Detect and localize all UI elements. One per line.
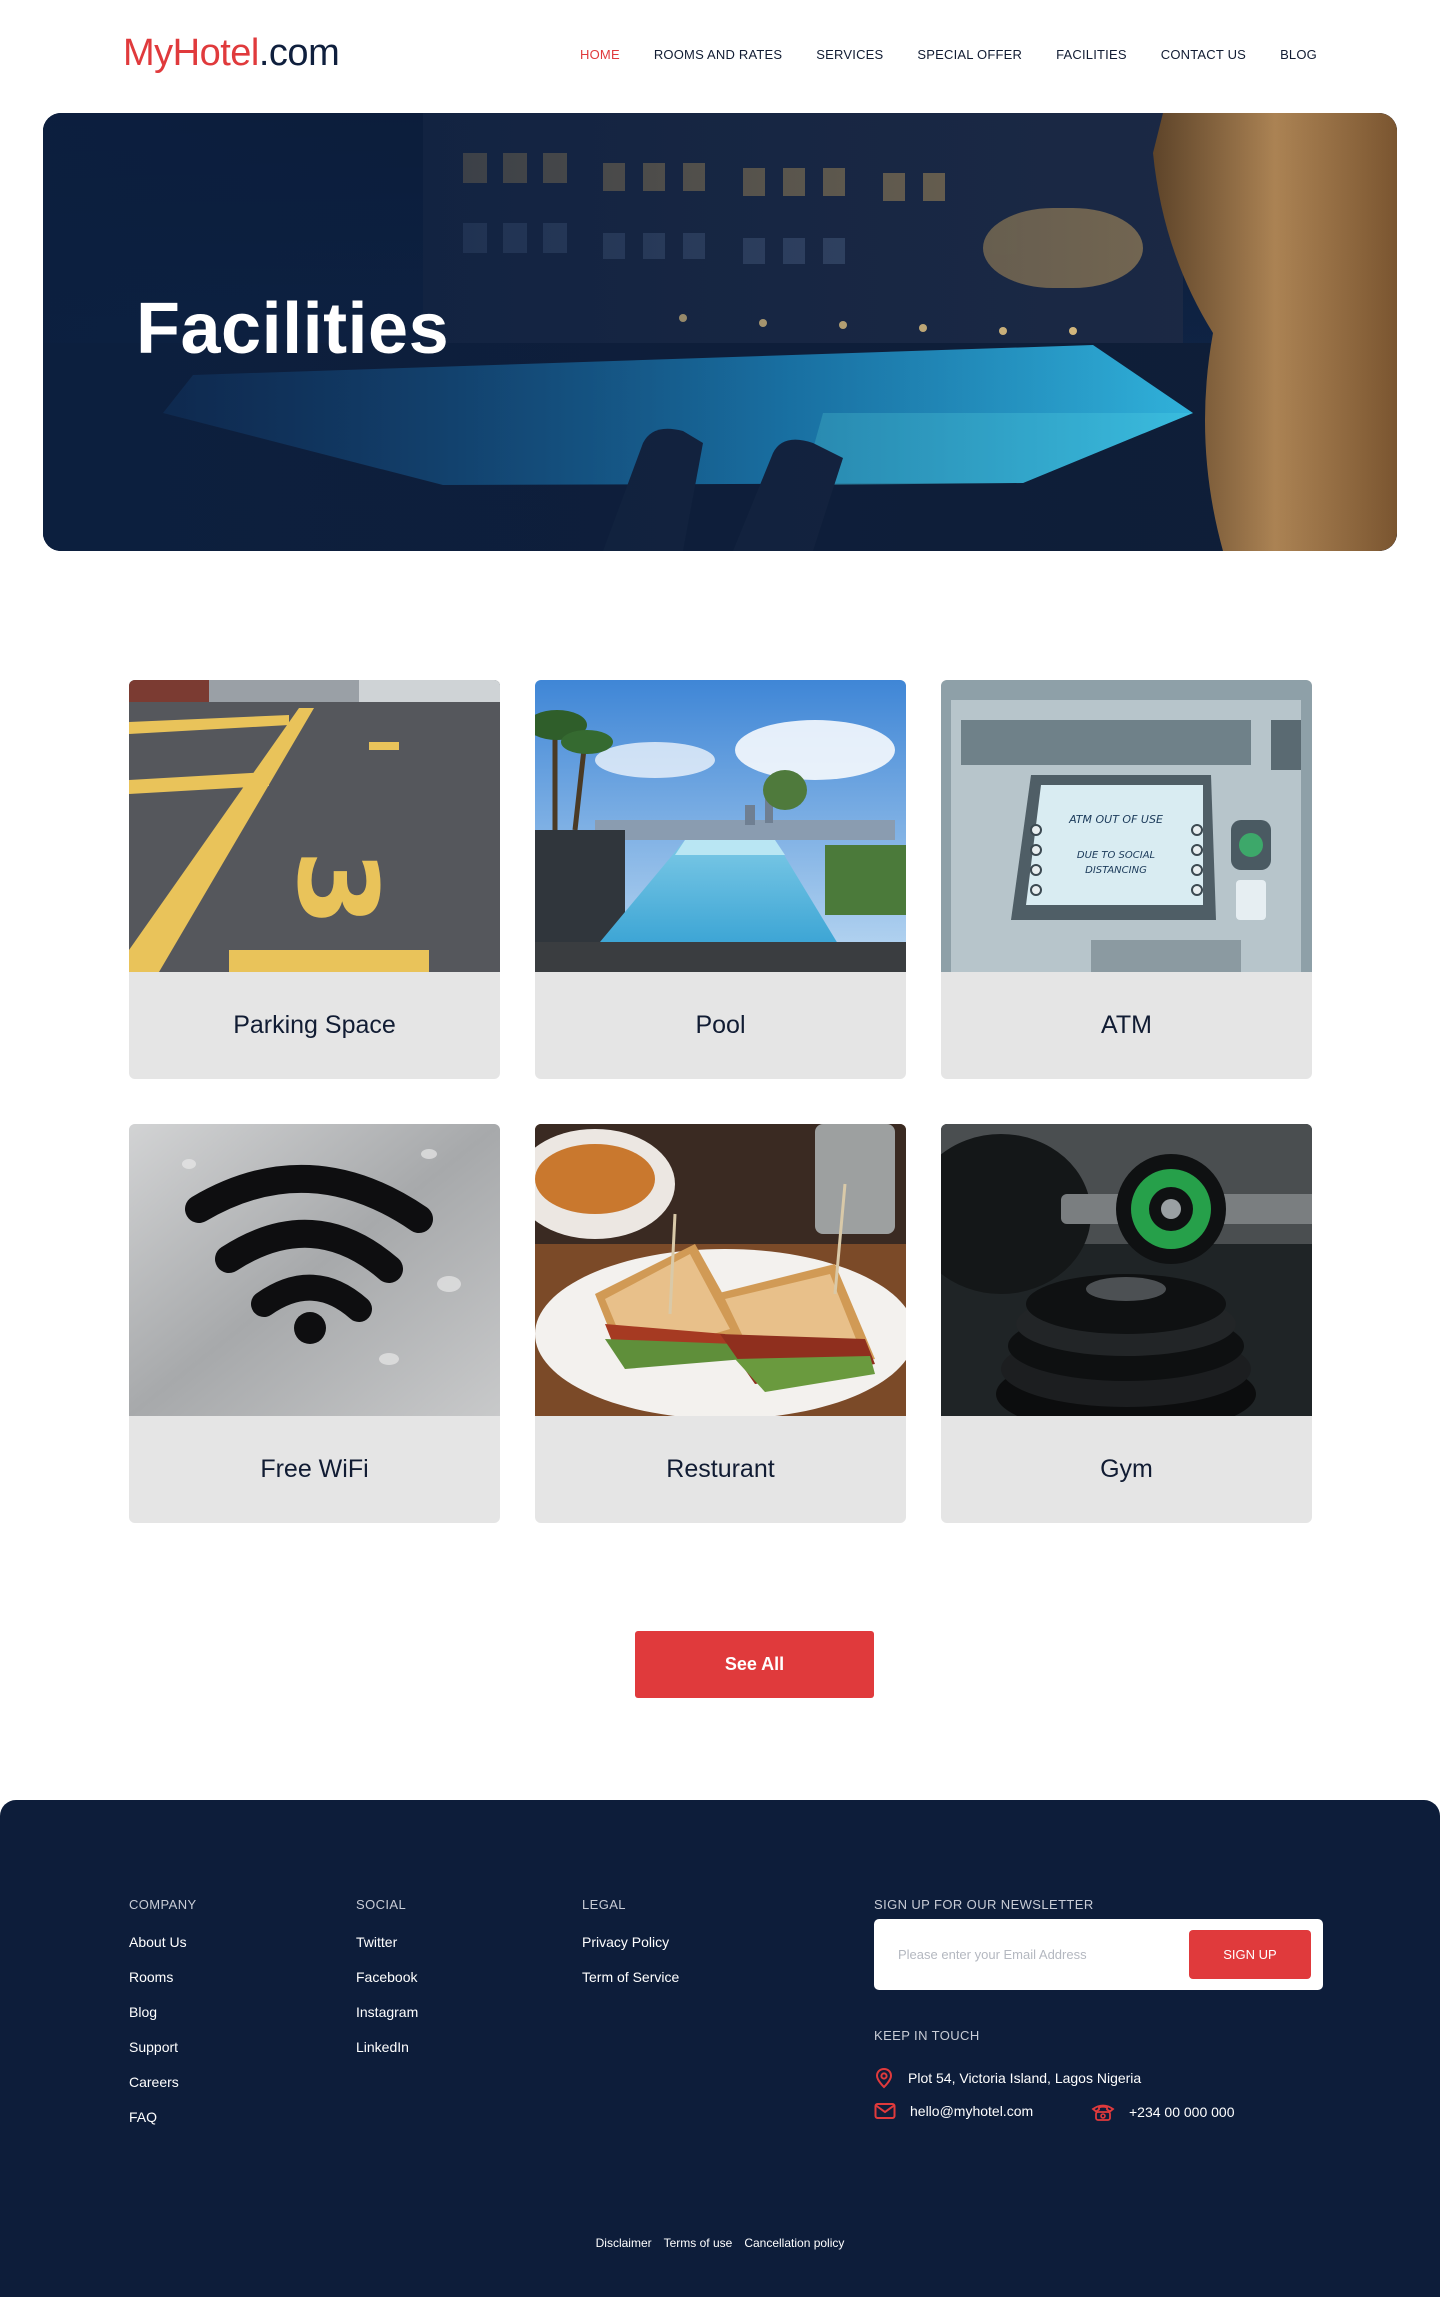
telephone-icon — [1091, 2104, 1115, 2121]
footer-bottom-links: Disclaimer Terms of use Cancellation pol… — [0, 2236, 1440, 2250]
facility-card-pool[interactable]: Pool — [535, 680, 906, 1079]
facility-label: Resturant — [666, 1455, 775, 1483]
contact-address: Plot 54, Victoria Island, Lagos Nigeria — [874, 2067, 1141, 2089]
page-title: Facilities — [136, 289, 450, 369]
facility-image — [535, 1124, 906, 1416]
facility-label: Gym — [1100, 1455, 1153, 1483]
logo-brand: MyHotel — [123, 32, 259, 74]
footer-link-term-of-service[interactable]: Term of Service — [582, 1969, 679, 1985]
nav-blog[interactable]: BLOG — [1280, 47, 1317, 62]
facility-card-restaurant[interactable]: Resturant — [535, 1124, 906, 1523]
wifi-symbol-image — [129, 1124, 500, 1416]
footer-link-cancellation-policy[interactable]: Cancellation policy — [744, 2236, 844, 2250]
contact-email[interactable]: hello@myhotel.com — [874, 2102, 1033, 2120]
atm-screen-line-3: DISTANCING — [1085, 865, 1147, 876]
footer-social-heading: SOCIAL — [356, 1897, 407, 1912]
newsletter-form: SIGN UP — [874, 1919, 1323, 1990]
footer-company-column: COMPANY About Us Rooms Blog Support Care… — [129, 1897, 197, 2144]
weight-plates-image — [941, 1124, 1312, 1416]
footer-legal-heading: LEGAL — [582, 1897, 626, 1912]
facility-label: Free WiFi — [260, 1455, 369, 1483]
facility-image: ATM OUT OF USE DUE TO SOCIAL DISTANCING — [941, 680, 1312, 972]
footer-link-facebook[interactable]: Facebook — [356, 1969, 417, 1985]
facility-label: Parking Space — [233, 1011, 396, 1039]
sandwich-plate-image — [535, 1124, 906, 1416]
facility-label: Pool — [695, 1011, 746, 1039]
atm-screen-line-2: DUE TO SOCIAL — [1077, 850, 1155, 861]
facility-image — [941, 1124, 1312, 1416]
hero-banner: Facilities — [43, 113, 1397, 551]
newsletter-heading: SIGN UP FOR OUR NEWSLETTER — [874, 1897, 1094, 1912]
nav-rooms-and-rates[interactable]: ROOMS AND RATES — [654, 47, 782, 62]
footer-link-disclaimer[interactable]: Disclaimer — [596, 2236, 652, 2250]
newsletter-email-input[interactable] — [898, 1939, 1158, 1970]
facility-card-parking[interactable]: 3 Parking Space — [129, 680, 500, 1079]
footer-link-rooms[interactable]: Rooms — [129, 1969, 173, 1985]
facility-image: 3 — [129, 680, 500, 972]
facility-card-wifi[interactable]: Free WiFi — [129, 1124, 500, 1523]
nav-special-offer[interactable]: SPECIAL OFFER — [917, 47, 1022, 62]
see-all-button[interactable]: See All — [635, 1631, 874, 1698]
location-pin-icon — [875, 2067, 893, 2089]
contact-phone[interactable]: +234 00 000 000 — [1091, 2102, 1235, 2122]
nav-facilities[interactable]: FACILITIES — [1056, 47, 1127, 62]
facility-label: ATM — [1101, 1011, 1152, 1039]
nav-home[interactable]: HOME — [580, 47, 620, 62]
contact-phone-text: +234 00 000 000 — [1129, 2104, 1235, 2120]
footer-company-heading: COMPANY — [129, 1897, 197, 1912]
newsletter-section: SIGN UP FOR OUR NEWSLETTER SIGN UP — [874, 1897, 1323, 1990]
contact-address-text: Plot 54, Victoria Island, Lagos Nigeria — [908, 2070, 1142, 2086]
contact-email-text: hello@myhotel.com — [910, 2103, 1034, 2119]
parking-number: 3 — [273, 850, 401, 927]
footer-link-linkedin[interactable]: LinkedIn — [356, 2039, 409, 2055]
nav-services[interactable]: SERVICES — [816, 47, 883, 62]
site-header: MyHotel.com HOME ROOMS AND RATES SERVICE… — [0, 0, 1440, 112]
nav-contact-us[interactable]: CONTACT US — [1161, 47, 1246, 62]
facility-card-atm[interactable]: ATM OUT OF USE DUE TO SOCIAL DISTANCING … — [941, 680, 1312, 1079]
footer-social-column: SOCIAL Twitter Facebook Instagram Linked… — [356, 1897, 418, 2074]
footer-link-twitter[interactable]: Twitter — [356, 1934, 397, 1950]
facility-image — [129, 1124, 500, 1416]
parking-lot-image: 3 — [129, 680, 500, 972]
facility-image — [535, 680, 906, 972]
keep-in-touch-heading: KEEP IN TOUCH — [874, 2028, 980, 2043]
site-footer: COMPANY About Us Rooms Blog Support Care… — [0, 1800, 1440, 2297]
newsletter-signup-button[interactable]: SIGN UP — [1189, 1930, 1311, 1979]
logo-tld: .com — [258, 32, 340, 74]
facility-card-gym[interactable]: Gym — [941, 1124, 1312, 1523]
footer-link-privacy-policy[interactable]: Privacy Policy — [582, 1934, 669, 1950]
rooftop-pool-image — [535, 680, 906, 972]
envelope-icon — [874, 2103, 896, 2119]
site-logo[interactable]: MyHotel.com — [123, 32, 340, 75]
footer-link-terms-of-use[interactable]: Terms of use — [664, 2236, 733, 2250]
footer-legal-column: LEGAL Privacy Policy Term of Service — [582, 1897, 679, 2004]
atm-screen-line-1: ATM OUT OF USE — [1068, 813, 1163, 826]
footer-link-blog[interactable]: Blog — [129, 2004, 157, 2020]
footer-link-support[interactable]: Support — [129, 2039, 178, 2055]
footer-link-instagram[interactable]: Instagram — [356, 2004, 418, 2020]
atm-machine-image: ATM OUT OF USE DUE TO SOCIAL DISTANCING — [941, 680, 1312, 972]
main-nav: HOME ROOMS AND RATES SERVICES SPECIAL OF… — [580, 47, 1317, 62]
footer-link-careers[interactable]: Careers — [129, 2074, 179, 2090]
footer-link-faq[interactable]: FAQ — [129, 2109, 157, 2125]
footer-link-about-us[interactable]: About Us — [129, 1934, 187, 1950]
